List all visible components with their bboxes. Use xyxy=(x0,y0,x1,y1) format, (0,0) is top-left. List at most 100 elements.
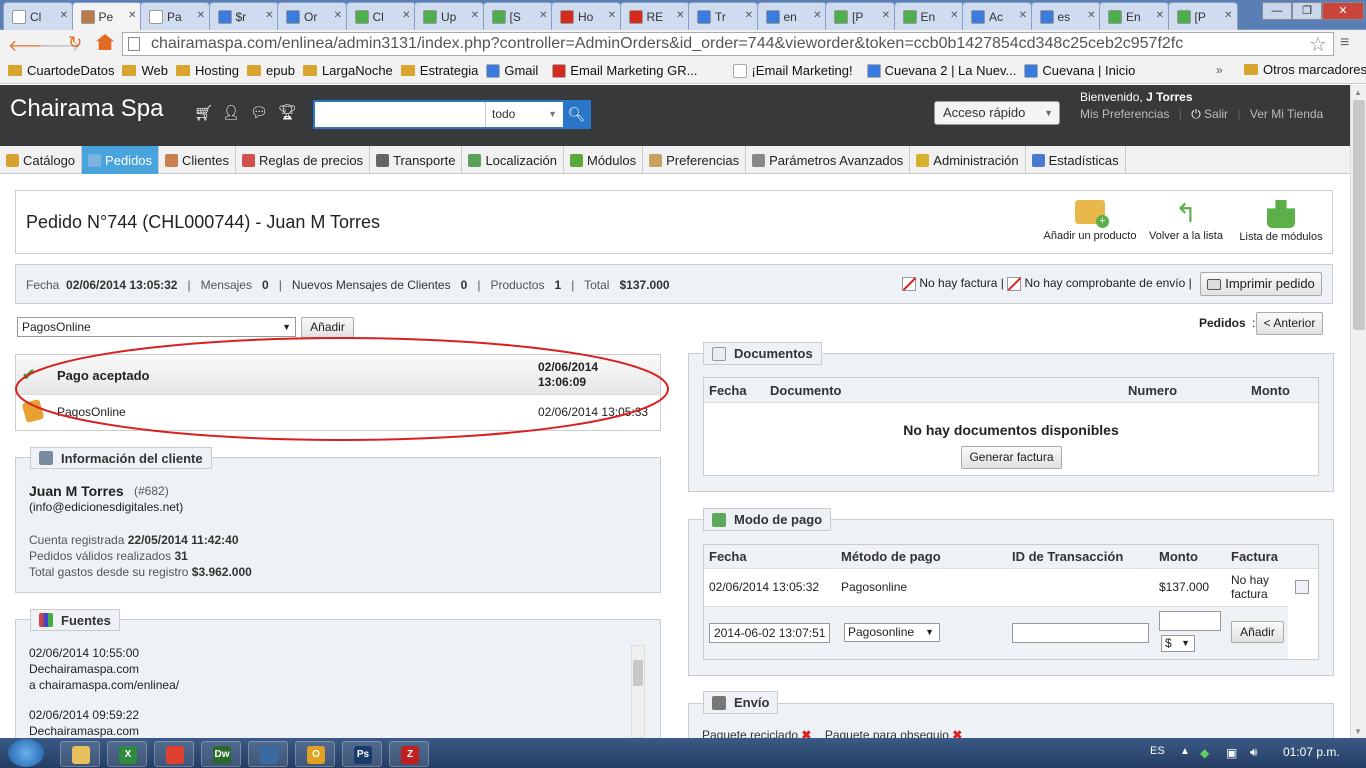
print-order-button[interactable]: Imprimir pedido xyxy=(1200,272,1322,296)
browser-tab[interactable]: En ✕ xyxy=(1099,2,1169,30)
page-scroll-thumb[interactable] xyxy=(1353,100,1365,330)
browser-tab[interactable]: [S ✕ xyxy=(482,2,553,30)
menu-customers[interactable]: Clientes xyxy=(159,146,236,174)
address-bar[interactable]: chairamaspa.com/enlinea/admin3131/index.… xyxy=(122,32,1334,56)
tray-arrow-icon[interactable]: ▲ xyxy=(1180,746,1190,757)
network-tray-icon[interactable]: ◆ xyxy=(1200,746,1209,760)
monitor-tray-icon[interactable]: ▣ xyxy=(1226,746,1237,760)
trophy-icon[interactable]: 🏆︎ xyxy=(278,103,297,121)
close-tab-icon[interactable]: ✕ xyxy=(1087,10,1095,21)
browser-tab[interactable]: Cl ✕ xyxy=(345,2,416,30)
add-product-button[interactable]: + Añadir un producto xyxy=(1040,200,1140,242)
close-tab-icon[interactable]: ✕ xyxy=(608,10,616,21)
close-tab-icon[interactable]: ✕ xyxy=(60,10,68,21)
back-to-list-button[interactable]: ↰ Volver a la lista xyxy=(1145,200,1227,242)
browser-tab[interactable]: RE ✕ xyxy=(619,2,690,30)
scroll-down-icon[interactable]: ▼ xyxy=(1354,727,1362,736)
sources-scrollbar[interactable] xyxy=(631,645,645,738)
clock[interactable]: 01:07 p.m. xyxy=(1283,745,1340,759)
star-icon[interactable]: ☆ xyxy=(1309,32,1327,57)
close-tab-icon[interactable]: ✕ xyxy=(265,10,273,21)
close-tab-icon[interactable]: ✕ xyxy=(882,10,890,21)
bookmark-item[interactable]: Web xyxy=(122,63,168,78)
payment-date-input[interactable]: 2014-06-02 13:07:51 xyxy=(709,623,830,643)
messages-icon[interactable]: 💬︎ xyxy=(250,104,268,121)
menu-catalog[interactable]: Catálogo xyxy=(0,146,83,174)
close-tab-icon[interactable]: ✕ xyxy=(1224,10,1232,21)
menu-stats[interactable]: Estadísticas xyxy=(1026,146,1126,174)
page-scrollbar[interactable]: ▲ ▼ xyxy=(1350,85,1366,738)
order-status-select[interactable]: PagosOnline ▼ xyxy=(17,317,296,337)
currency-select[interactable]: $ ▼ xyxy=(1161,635,1195,652)
search-scope-select[interactable]: todo ▼ xyxy=(485,102,563,127)
close-tab-icon[interactable]: ✕ xyxy=(950,10,958,21)
previous-order-button[interactable]: < Anterior xyxy=(1256,312,1323,335)
bookmark-item[interactable]: ¡Email Marketing! xyxy=(733,63,853,78)
reload-icon[interactable]: ↻ xyxy=(68,33,82,53)
generate-invoice-button[interactable]: Generar factura xyxy=(961,446,1062,469)
close-tab-icon[interactable]: ✕ xyxy=(128,10,136,21)
customer-name[interactable]: Juan M Torres xyxy=(29,483,124,499)
browser-tab[interactable]: Or ✕ xyxy=(277,2,347,30)
taskbar-outlook[interactable]: O xyxy=(295,741,335,767)
menu-modules[interactable]: Módulos xyxy=(564,146,644,174)
maximize-button[interactable]: ❐ xyxy=(1292,2,1322,20)
browser-tab[interactable]: En ✕ xyxy=(893,2,964,30)
shop-name[interactable]: Chairama Spa xyxy=(10,95,163,123)
close-tab-icon[interactable]: ✕ xyxy=(197,10,205,21)
bookmark-item[interactable]: Cuevana 2 | La Nuev... xyxy=(866,63,1016,78)
close-tab-icon[interactable]: ✕ xyxy=(745,10,753,21)
start-button[interactable] xyxy=(8,739,44,767)
menu-price-rules[interactable]: Reglas de precios xyxy=(236,146,371,174)
browser-tab[interactable]: [P ✕ xyxy=(1167,2,1238,30)
menu-icon[interactable]: ≡ xyxy=(1340,34,1349,52)
payment-method-select[interactable]: Pagosonline ▼ xyxy=(844,623,940,642)
logout-link[interactable]: Salir xyxy=(1204,107,1228,121)
browser-tab[interactable]: $r ✕ xyxy=(208,2,279,30)
bookmark-item[interactable]: Estrategia xyxy=(400,63,478,78)
close-tab-icon[interactable]: ✕ xyxy=(1019,10,1027,21)
quick-access-select[interactable]: Acceso rápido ▼ xyxy=(934,101,1060,125)
taskbar-photoshop[interactable]: Ps xyxy=(342,741,382,767)
sources-scroll-thumb[interactable] xyxy=(633,660,643,686)
taskbar-filezilla[interactable]: Z xyxy=(389,741,429,767)
other-bookmarks[interactable]: Otros marcadores xyxy=(1244,62,1366,77)
menu-preferences[interactable]: Preferencias xyxy=(643,146,747,174)
browser-tab[interactable]: Ho ✕ xyxy=(551,2,621,30)
language-indicator[interactable]: ES xyxy=(1150,745,1165,757)
module-list-button[interactable]: Lista de módulos xyxy=(1236,200,1326,243)
browser-tab[interactable]: en ✕ xyxy=(756,2,827,30)
close-tab-icon[interactable]: ✕ xyxy=(539,10,547,21)
menu-shipping[interactable]: Transporte xyxy=(370,146,463,174)
close-window-button[interactable]: ✕ xyxy=(1322,2,1364,20)
cart-icon[interactable]: 🛒︎ xyxy=(194,104,213,122)
search-button[interactable]: 🔍︎ xyxy=(563,101,590,128)
transaction-id-input[interactable] xyxy=(1012,623,1149,643)
bookmark-item[interactable]: Email Marketing GR... xyxy=(552,63,697,78)
close-tab-icon[interactable]: ✕ xyxy=(676,10,684,21)
volume-icon[interactable]: 🔊︎ xyxy=(1250,745,1258,760)
browser-tab[interactable]: Tr ✕ xyxy=(688,2,758,30)
browser-tab[interactable]: Cl ✕ xyxy=(3,2,73,30)
taskbar-dreamweaver[interactable]: Dw xyxy=(201,741,241,767)
taskbar-excel[interactable]: X xyxy=(107,741,147,767)
bookmark-item[interactable]: LargaNoche xyxy=(302,63,393,78)
scroll-up-icon[interactable]: ▲ xyxy=(1354,88,1362,97)
customer-email[interactable]: (info@edicionesdigitales.net) xyxy=(29,500,183,514)
preferences-link[interactable]: Mis Preferencias xyxy=(1080,107,1169,121)
browser-tab[interactable]: [P ✕ xyxy=(825,2,895,30)
browser-tab[interactable]: es ✕ xyxy=(1030,2,1101,30)
taskbar-chrome[interactable] xyxy=(154,741,194,767)
bookmark-item[interactable]: CuartodeDatos xyxy=(8,63,114,78)
bookmark-item[interactable]: Cuevana | Inicio xyxy=(1024,63,1135,78)
payment-amount-input[interactable] xyxy=(1159,611,1221,631)
menu-localization[interactable]: Localización xyxy=(462,146,564,174)
browser-tab[interactable]: Pe ✕ xyxy=(71,2,142,30)
taskbar-explorer[interactable] xyxy=(60,741,100,767)
close-tab-icon[interactable]: ✕ xyxy=(471,10,479,21)
browser-tab[interactable]: Ac ✕ xyxy=(962,2,1032,30)
view-store-link[interactable]: Ver Mi Tienda xyxy=(1250,107,1323,121)
minimize-button[interactable]: — xyxy=(1262,2,1292,20)
bookmarks-more[interactable]: » xyxy=(1216,63,1223,77)
browser-tab[interactable]: Pa ✕ xyxy=(140,2,210,30)
